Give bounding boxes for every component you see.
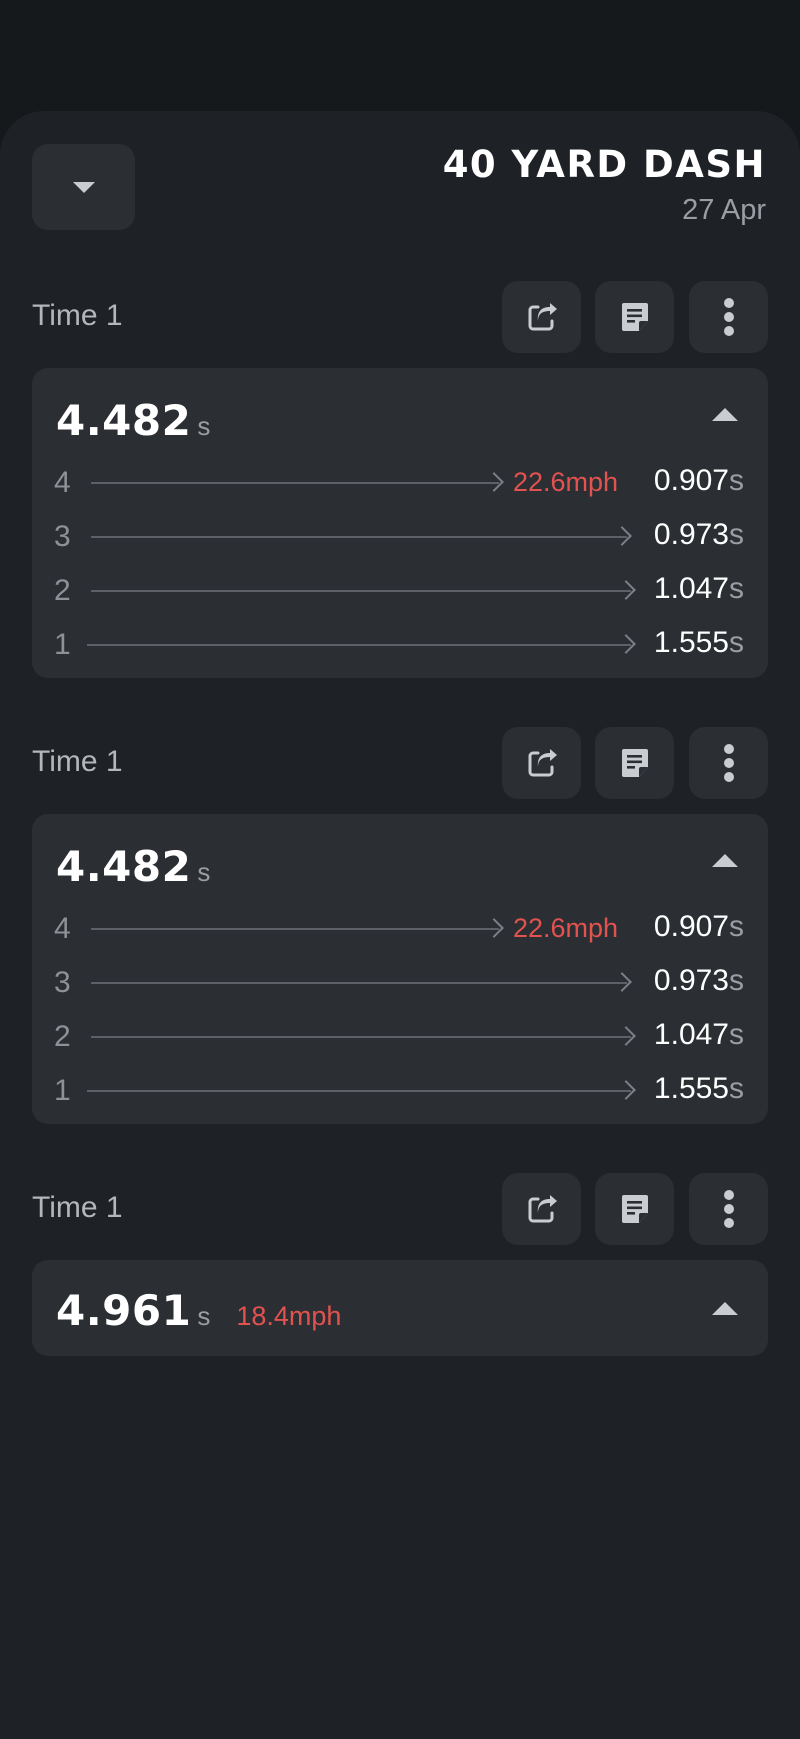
total-time-unit: s: [197, 857, 211, 887]
split-line: [91, 1036, 631, 1038]
collapse-button[interactable]: [32, 144, 135, 230]
arrow-right-icon: [616, 634, 636, 654]
caret-up-icon[interactable]: [712, 408, 738, 421]
total-time: 4.961 s 18.4mph: [56, 1286, 341, 1335]
total-time-unit: s: [197, 411, 211, 441]
note-icon: [621, 1195, 648, 1223]
top-speed: 18.4mph: [236, 1301, 342, 1331]
arrow-right-icon: [616, 1026, 636, 1046]
total-time-value: 4.961: [56, 1286, 192, 1335]
split-time: 1.555s: [653, 1072, 744, 1105]
split-line: [91, 982, 627, 984]
more-vertical-icon: [723, 1190, 734, 1228]
note-icon: [621, 303, 648, 331]
share-icon: [528, 749, 557, 777]
split-time: 1.555s: [653, 626, 744, 659]
total-time-unit: s: [197, 1301, 211, 1331]
note-icon: [621, 749, 648, 777]
split-number: 3: [54, 966, 71, 999]
total-time-value: 4.482: [56, 842, 192, 891]
split-speed: 22.6mph: [513, 467, 619, 497]
split-number: 1: [54, 628, 71, 661]
share-icon: [528, 303, 557, 331]
split-time: 0.973s: [653, 964, 744, 997]
split-number: 2: [54, 574, 71, 607]
split-number: 2: [54, 1020, 71, 1053]
split-speed: 22.6mph: [513, 913, 619, 943]
caret-up-icon[interactable]: [712, 854, 738, 867]
note-button[interactable]: [595, 1173, 674, 1245]
split-row: 4 22.6mph 0.907s: [32, 462, 768, 502]
results-sheet: 40 YARD DASH 27 Apr Time 1 4.482 s 4 22.…: [0, 111, 800, 1739]
note-button[interactable]: [595, 281, 674, 353]
split-line: [91, 482, 499, 484]
split-time: 1.047s: [653, 572, 744, 605]
trial-header: Time 1: [32, 281, 768, 353]
split-number: 4: [54, 912, 71, 945]
trial-header: Time 1: [32, 727, 768, 799]
trial-card[interactable]: 4.482 s 4 22.6mph 0.907s 3 0.973s 2 1.04…: [32, 814, 768, 1124]
total-time: 4.482 s: [56, 396, 210, 445]
trial-label: Time 1: [32, 745, 123, 778]
split-line: [91, 590, 631, 592]
split-line: [87, 644, 631, 646]
trial-label: Time 1: [32, 1191, 123, 1224]
more-button[interactable]: [689, 1173, 768, 1245]
note-button[interactable]: [595, 727, 674, 799]
page-title: 40 YARD DASH: [442, 143, 766, 186]
split-line: [87, 1090, 631, 1092]
total-time: 4.482 s: [56, 842, 210, 891]
caret-up-icon[interactable]: [712, 1302, 738, 1315]
share-button[interactable]: [502, 281, 581, 353]
split-number: 1: [54, 1074, 71, 1107]
trial-card[interactable]: 4.482 s 4 22.6mph 0.907s 3 0.973s 2 1.04…: [32, 368, 768, 678]
trial-header: Time 1: [32, 1173, 768, 1245]
split-time: 0.907s: [653, 464, 744, 497]
split-row: 3 0.973s: [32, 962, 768, 1002]
split-time: 0.973s: [653, 518, 744, 551]
split-row: 4 22.6mph 0.907s: [32, 908, 768, 948]
more-button[interactable]: [689, 281, 768, 353]
trial-card[interactable]: 4.961 s 18.4mph: [32, 1260, 768, 1356]
split-line: [91, 928, 499, 930]
caret-down-icon: [72, 182, 95, 193]
split-time: 0.907s: [653, 910, 744, 943]
share-icon: [528, 1195, 557, 1223]
more-button[interactable]: [689, 727, 768, 799]
split-number: 3: [54, 520, 71, 553]
session-date: 27 Apr: [682, 194, 766, 226]
arrow-right-icon: [612, 526, 632, 546]
split-row: 1 1.555s: [32, 624, 768, 664]
arrow-right-icon: [616, 580, 636, 600]
split-number: 4: [54, 466, 71, 499]
arrow-right-icon: [484, 472, 504, 492]
total-time-value: 4.482: [56, 396, 192, 445]
split-row: 2 1.047s: [32, 570, 768, 610]
arrow-right-icon: [616, 1080, 636, 1100]
more-vertical-icon: [723, 298, 734, 336]
arrow-right-icon: [612, 972, 632, 992]
more-vertical-icon: [723, 744, 734, 782]
split-row: 3 0.973s: [32, 516, 768, 556]
split-row: 2 1.047s: [32, 1016, 768, 1056]
split-line: [91, 536, 627, 538]
split-row: 1 1.555s: [32, 1070, 768, 1110]
trial-label: Time 1: [32, 299, 123, 332]
split-time: 1.047s: [653, 1018, 744, 1051]
share-button[interactable]: [502, 727, 581, 799]
share-button[interactable]: [502, 1173, 581, 1245]
arrow-right-icon: [484, 918, 504, 938]
